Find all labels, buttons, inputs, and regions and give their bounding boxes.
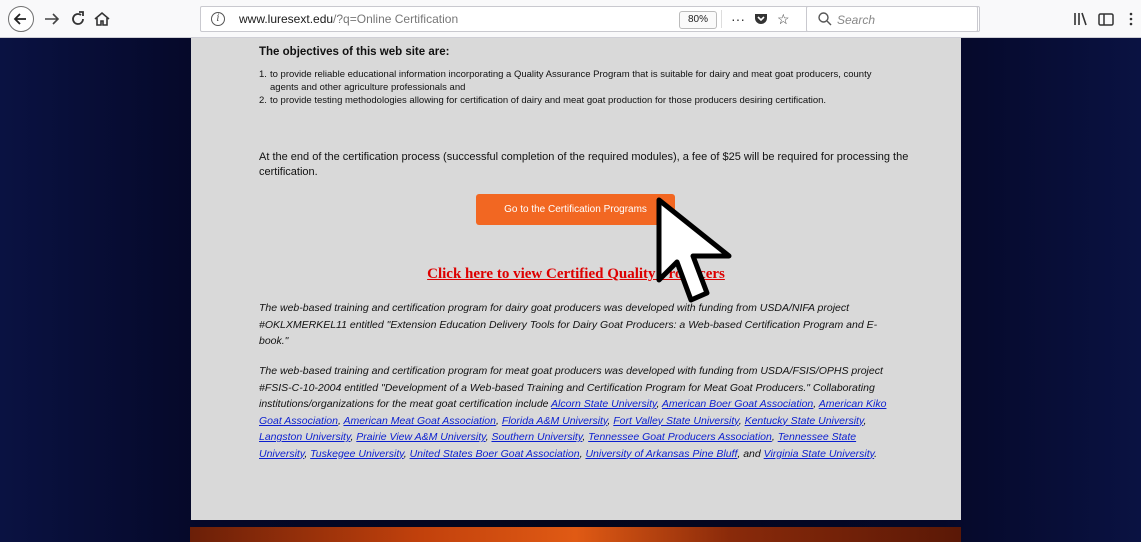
institution-link-tennessee-goat-producers[interactable]: Tennessee Goat Producers Association bbox=[588, 431, 772, 443]
home-icon[interactable] bbox=[90, 9, 114, 29]
institution-link-virginia-state[interactable]: Virginia State University bbox=[764, 448, 875, 460]
institution-link-langston[interactable]: Langston University bbox=[259, 431, 350, 443]
list-separator: , bbox=[771, 431, 775, 443]
dairy-funding-paragraph: The web-based training and certification… bbox=[259, 302, 878, 347]
zoom-level[interactable]: 80% bbox=[679, 11, 717, 29]
list-separator: , bbox=[582, 431, 586, 443]
list-separator: , bbox=[338, 414, 341, 427]
fee-paragraph: At the end of the certification process … bbox=[259, 151, 909, 178]
list-final-join: , and bbox=[737, 447, 761, 460]
objectives-list: 1. to provide reliable educational infor… bbox=[255, 69, 875, 109]
institution-link-southern[interactable]: Southern University bbox=[491, 431, 582, 443]
objective-text: to provide testing methodologies allowin… bbox=[270, 95, 827, 106]
certification-programs-button[interactable]: Go to the Certification Programs bbox=[476, 194, 675, 225]
browser-toolbar: i www.luresext.edu/?q=Online Certificati… bbox=[0, 0, 1141, 38]
institution-link-kentucky-state[interactable]: Kentucky State University bbox=[745, 415, 864, 427]
info-icon[interactable]: i bbox=[211, 12, 225, 26]
list-separator: , bbox=[304, 447, 308, 460]
mouse-cursor-icon bbox=[651, 196, 737, 308]
search-input[interactable]: Search bbox=[806, 6, 978, 32]
list-separator: , bbox=[350, 431, 354, 443]
library-icon[interactable] bbox=[1069, 9, 1093, 29]
institution-link-american-boer[interactable]: American Boer Goat Association bbox=[662, 398, 813, 410]
objectives-heading: The objectives of this web site are: bbox=[259, 46, 450, 58]
list-separator: , bbox=[607, 414, 611, 427]
list-separator: , bbox=[485, 431, 489, 443]
list-separator: , bbox=[403, 447, 407, 460]
pocket-icon[interactable] bbox=[753, 10, 769, 30]
url-path: /?q=Online Certification bbox=[333, 12, 459, 26]
institution-link-florida-am[interactable]: Florida A&M University bbox=[502, 415, 608, 427]
objective-number: 2. bbox=[259, 95, 267, 106]
objective-text: to provide reliable educational informat… bbox=[270, 69, 872, 93]
list-separator: , bbox=[863, 414, 867, 427]
list-separator: , bbox=[813, 398, 817, 410]
page-actions-icon[interactable]: ··· bbox=[731, 10, 745, 28]
footer-banner-image bbox=[190, 527, 961, 542]
sidebar-icon[interactable] bbox=[1094, 9, 1118, 29]
objective-number: 1. bbox=[259, 69, 267, 80]
institution-link-american-meat[interactable]: American Meat Goat Association bbox=[343, 415, 496, 427]
bookmark-star-icon[interactable]: ☆ bbox=[777, 10, 790, 28]
institution-link-prairie-view[interactable]: Prairie View A&M University bbox=[356, 431, 485, 443]
search-placeholder: Search bbox=[837, 13, 876, 27]
institution-link-alcorn[interactable]: Alcorn State University bbox=[551, 398, 656, 410]
meat-funding-paragraph: The web-based training and certification… bbox=[259, 363, 899, 462]
objective-item: 2. to provide testing methodologies allo… bbox=[255, 95, 875, 108]
list-end-punctuation: . bbox=[874, 447, 878, 460]
institution-link-tuskegee[interactable]: Tuskegee University bbox=[310, 448, 404, 460]
url-host: www.luresext.edu bbox=[239, 12, 334, 26]
forward-icon[interactable] bbox=[40, 9, 64, 29]
reload-icon[interactable] bbox=[66, 9, 90, 29]
url-separator bbox=[721, 10, 722, 28]
institution-link-arkansas-pine-bluff[interactable]: University of Arkansas Pine Bluff bbox=[585, 448, 737, 460]
list-separator: , bbox=[495, 414, 499, 427]
url-text[interactable]: www.luresext.edu/?q=Online Certification bbox=[239, 12, 458, 26]
list-separator: , bbox=[579, 447, 583, 460]
objective-item: 1. to provide reliable educational infor… bbox=[255, 69, 875, 94]
certified-producers-link-wrap: Click here to view Certified Quality Pro… bbox=[191, 266, 961, 283]
institution-link-us-boer[interactable]: United States Boer Goat Association bbox=[410, 448, 580, 460]
search-icon bbox=[817, 11, 833, 27]
content-panel: The objectives of this web site are: 1. … bbox=[191, 38, 961, 520]
list-separator: , bbox=[656, 398, 660, 410]
institution-link-fort-valley[interactable]: Fort Valley State University bbox=[613, 415, 738, 427]
overflow-menu-icon[interactable] bbox=[1124, 9, 1138, 29]
back-icon[interactable] bbox=[8, 6, 34, 32]
list-separator: , bbox=[738, 414, 742, 427]
